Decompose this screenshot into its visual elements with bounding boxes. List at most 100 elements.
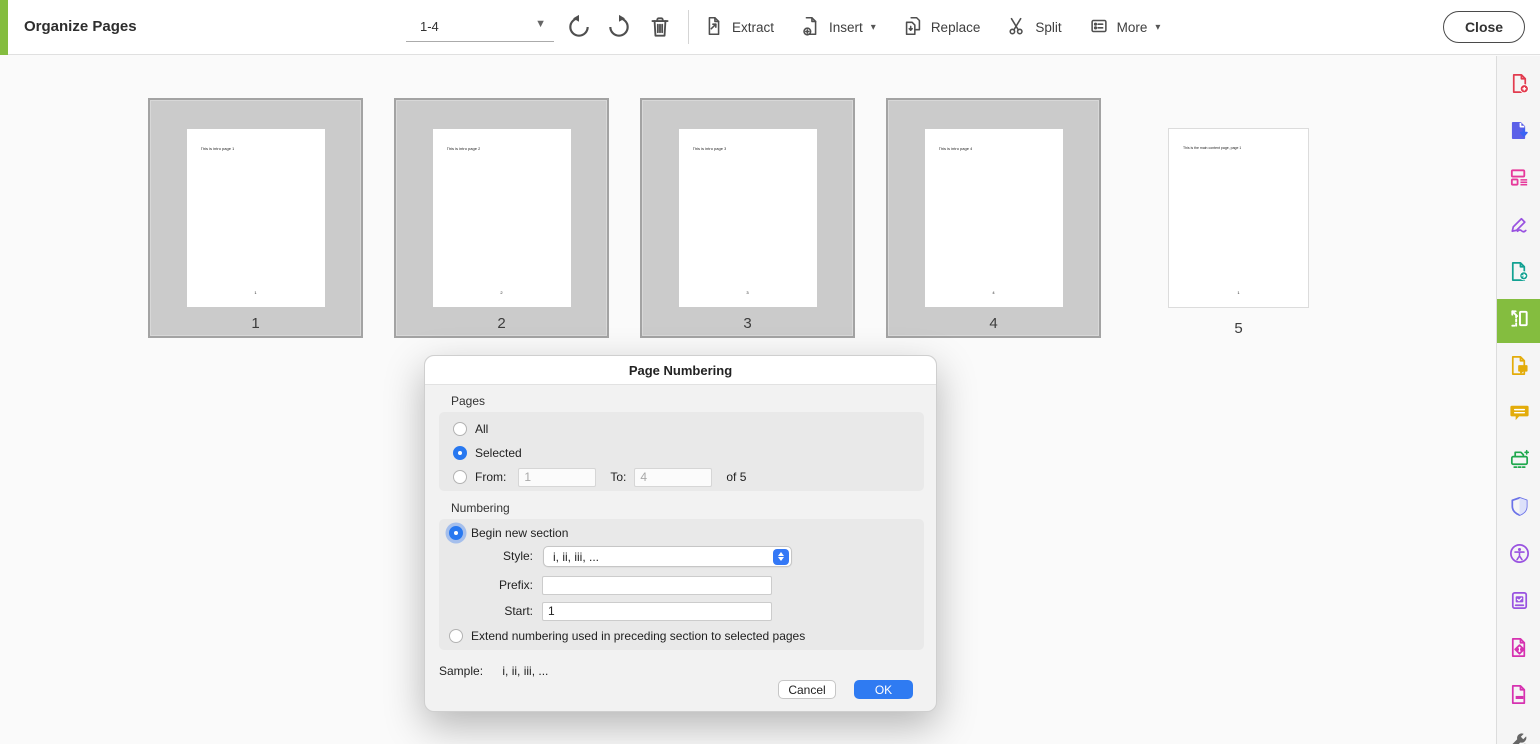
style-select[interactable]: i, ii, iii, ...: [543, 546, 792, 567]
thumbnail-number: 4: [888, 315, 1099, 332]
split-button[interactable]: Split: [1006, 15, 1061, 40]
prefix-row: Prefix:: [439, 575, 924, 595]
rotate-right-button[interactable]: [604, 13, 634, 43]
sidebar-item-create-pdf[interactable]: [1497, 64, 1540, 108]
sidebar-item-comment[interactable]: [1497, 393, 1540, 437]
thumbnail-number: 1: [150, 315, 361, 332]
thumbnail-number: 3: [642, 315, 853, 332]
toolbar-divider: [688, 10, 689, 44]
page-range-select[interactable]: 1-4 ▼: [406, 13, 554, 42]
sample-value: i, ii, iii, ...: [502, 664, 548, 678]
trash-icon: [647, 14, 673, 43]
radio-row-begin-new-section[interactable]: Begin new section: [449, 523, 568, 543]
page-thumbnail-1[interactable]: This is intro page 1 1 1: [148, 98, 363, 338]
sidebar-item-organize-pages[interactable]: [1497, 299, 1540, 343]
insert-icon: [800, 15, 822, 40]
extend-numbering-label: Extend numbering used in preceding secti…: [471, 629, 805, 643]
create-pdf-icon: [1508, 72, 1531, 100]
insert-button[interactable]: Insert ▾: [800, 15, 876, 40]
thumbnail-number: 2: [396, 315, 607, 332]
sidebar-item-scan-and-ocr[interactable]: [1497, 440, 1540, 484]
ok-button[interactable]: OK: [854, 680, 913, 699]
page-thumbnail-5[interactable]: This is the main content page, page 1 1 …: [1168, 128, 1309, 340]
toolbar-actions: Extract Insert ▾ Replace: [703, 0, 1160, 55]
sidebar-item-send-document[interactable]: [1497, 252, 1540, 296]
more-button[interactable]: More ▾: [1088, 15, 1161, 40]
prefix-input[interactable]: [542, 576, 772, 595]
sidebar-item-redact[interactable]: [1497, 675, 1540, 719]
radio-all[interactable]: [453, 422, 467, 436]
sidebar-item-compress-pdf[interactable]: [1497, 628, 1540, 672]
tools-sidebar: [1496, 56, 1540, 744]
page-header-text: This is intro page 4: [939, 146, 973, 151]
edit-pdf-icon: [1508, 166, 1531, 194]
page-preview: This is intro page 1 1: [187, 129, 325, 307]
more-list-icon: [1088, 15, 1110, 40]
page-thumbnail-4[interactable]: This is intro page 4 4 4: [886, 98, 1101, 338]
start-row: Start:: [439, 601, 924, 621]
style-select-value: i, ii, iii, ...: [553, 550, 599, 564]
radio-row-extend-numbering[interactable]: Extend numbering used in preceding secti…: [449, 626, 919, 646]
toolbar: Organize Pages 1-4 ▼: [0, 0, 1540, 55]
prefix-label: Prefix:: [499, 578, 533, 592]
page-preview: This is intro page 4 4: [925, 129, 1063, 307]
rotate-left-button[interactable]: [564, 13, 594, 43]
radio-row-selected[interactable]: Selected: [453, 443, 522, 463]
replace-button[interactable]: Replace: [902, 15, 981, 40]
start-input[interactable]: [542, 602, 772, 621]
radio-selected-label: Selected: [475, 446, 522, 460]
replace-label: Replace: [931, 20, 981, 35]
cancel-button[interactable]: Cancel: [778, 680, 836, 699]
sidebar-item-more-tools[interactable]: [1497, 722, 1540, 744]
page-footer-number: 2: [433, 290, 571, 295]
document-comment-icon: [1508, 354, 1531, 382]
page-thumbnail-3[interactable]: This is intro page 3 3 3: [640, 98, 855, 338]
page-header-text: This is intro page 2: [447, 146, 481, 151]
radio-from[interactable]: [453, 470, 467, 484]
page-title: Organize Pages: [24, 18, 137, 35]
sidebar-item-export-pdf[interactable]: [1497, 111, 1540, 155]
start-label: Start:: [504, 604, 533, 618]
comment-bubble-icon: [1508, 401, 1531, 429]
extract-icon: [703, 15, 725, 40]
from-input[interactable]: [518, 468, 596, 487]
dialog-title: Page Numbering: [425, 356, 936, 385]
sidebar-item-protect[interactable]: [1497, 487, 1540, 531]
green-accent-strip: [0, 0, 8, 55]
sidebar-item-edit-pdf[interactable]: [1497, 158, 1540, 202]
page-thumbnail-2[interactable]: This is intro page 2 2 2: [394, 98, 609, 338]
radio-row-all[interactable]: All: [453, 419, 488, 439]
of-total-label: of 5: [726, 470, 746, 484]
fill-sign-pen-icon: [1508, 213, 1531, 241]
sidebar-item-accessibility[interactable]: [1497, 534, 1540, 578]
sidebar-item-prepare-form[interactable]: [1497, 581, 1540, 625]
split-scissors-icon: [1006, 15, 1028, 40]
sidebar-item-edit-comment-doc[interactable]: [1497, 346, 1540, 390]
delete-pages-button[interactable]: [645, 13, 675, 43]
page-preview: This is the main content page, page 1 1: [1168, 128, 1309, 308]
extract-button[interactable]: Extract: [703, 15, 774, 40]
radio-extend-numbering[interactable]: [449, 629, 463, 643]
radio-row-from-to[interactable]: From: To: of 5: [453, 467, 913, 487]
pages-groupbox: All Selected From: To: of 5: [439, 412, 924, 491]
radio-begin-new-section[interactable]: [449, 526, 463, 540]
page-footer-number: 1: [187, 290, 325, 295]
prepare-form-checklist-icon: [1508, 589, 1531, 617]
thumbnail-number: 5: [1168, 320, 1309, 337]
scan-ocr-icon: [1508, 448, 1531, 476]
to-input[interactable]: [634, 468, 712, 487]
to-label: To:: [610, 470, 626, 484]
page-preview: This is intro page 2 2: [433, 129, 571, 307]
sample-row: Sample: i, ii, iii, ...: [439, 664, 548, 678]
sidebar-item-fill-and-sign[interactable]: [1497, 205, 1540, 249]
numbering-section-label: Numbering: [451, 501, 510, 515]
begin-new-section-label: Begin new section: [471, 526, 568, 540]
style-row: Style: i, ii, iii, ...: [439, 546, 924, 566]
page-header-text: This is intro page 3: [693, 146, 727, 151]
radio-selected[interactable]: [453, 446, 467, 460]
close-button[interactable]: Close: [1443, 11, 1525, 43]
radio-all-label: All: [475, 422, 488, 436]
accessibility-icon: [1508, 542, 1531, 570]
page-preview: This is intro page 3 3: [679, 129, 817, 307]
more-label: More: [1117, 20, 1148, 35]
